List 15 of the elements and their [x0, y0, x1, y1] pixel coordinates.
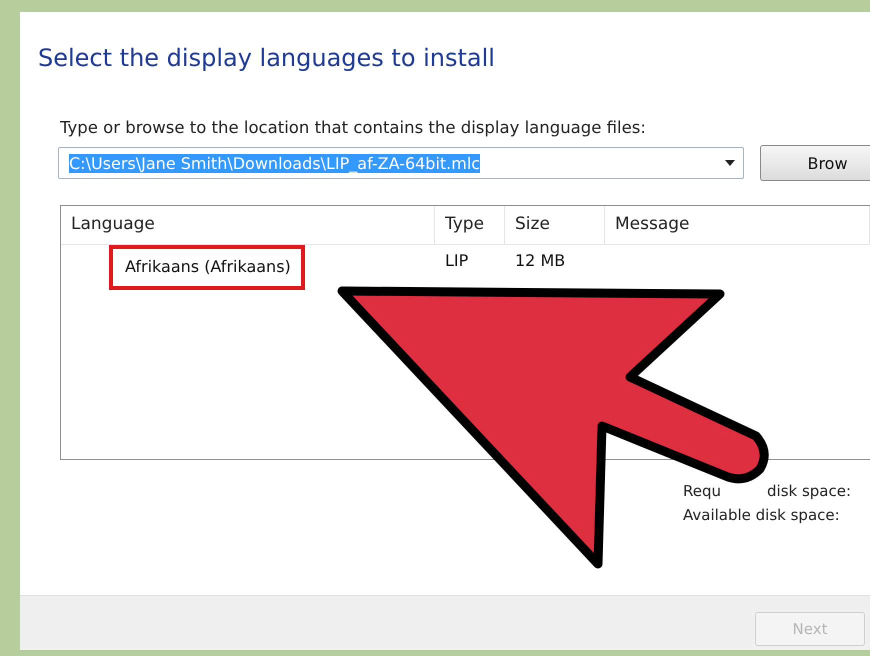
browse-button[interactable]: Brow [760, 145, 870, 181]
column-header[interactable]: Size [505, 206, 605, 244]
table-cell-text: LIP [444, 250, 470, 270]
column-header[interactable]: Language [61, 206, 435, 244]
column-header[interactable]: Message [605, 206, 870, 244]
dropdown-caret-icon[interactable] [725, 160, 736, 166]
highlighted-language-name[interactable]: Afrikaans (Afrikaans) [109, 245, 305, 290]
dialog-title: Select the display languages to install [38, 44, 496, 72]
location-path: C:\Users\Jane Smith\Downloads\LIP_af-ZA-64bit.mlc [69, 154, 480, 172]
location-label: Type or browse to the location that contains the display language files: [60, 118, 647, 137]
disk-space-label: Available disk space: [683, 506, 840, 524]
table-cell-text: 12 MB [514, 250, 566, 270]
disk-space-label: Requ [683, 482, 722, 500]
column-header[interactable]: Type [435, 206, 505, 244]
disk-space-label: disk space: [767, 482, 852, 500]
